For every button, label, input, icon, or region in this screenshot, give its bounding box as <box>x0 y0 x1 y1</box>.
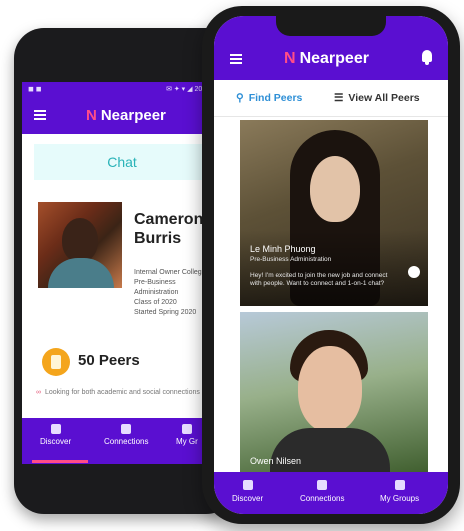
hamburger-icon[interactable] <box>230 54 242 64</box>
hamburger-icon[interactable] <box>34 110 46 120</box>
peer-major: Pre-Business Administration <box>250 256 332 263</box>
phone-notch <box>276 16 386 36</box>
discover-icon <box>50 424 61 434</box>
android-status-bar: ◼ ◼ ✉ ✦ ▾ ◢ 20:12 <box>22 82 218 98</box>
tab-my-groups[interactable]: My Gr <box>176 424 198 446</box>
iphone-tab-bar: Discover Connections My Groups <box>214 472 448 514</box>
peers-badge-icon <box>42 348 70 376</box>
android-tab-bar: Discover Connections My Gr <box>22 418 218 464</box>
peer-name: Le Minh Phuong <box>250 244 316 254</box>
peer-card[interactable]: Owen Nilsen <box>240 312 428 474</box>
peer-bio: Hey! I'm excited to join the new job and… <box>250 272 388 287</box>
active-tab-indicator <box>32 460 88 463</box>
bell-icon[interactable] <box>422 50 432 65</box>
logo-mark-icon: N <box>284 50 296 67</box>
list-icon: ☰ <box>334 92 344 104</box>
profile-name: Cameron Burris <box>134 211 204 247</box>
tab-discover[interactable]: Discover <box>40 424 71 446</box>
people-icon <box>121 424 132 434</box>
status-left: ◼ ◼ <box>28 86 42 93</box>
android-app-bar: N Nearpeer <box>22 98 218 134</box>
tab-connections[interactable]: Connections <box>104 424 148 446</box>
profile-icon[interactable] <box>408 266 420 278</box>
profile-photo <box>38 202 122 288</box>
android-screen: ◼ ◼ ✉ ✦ ▾ ◢ 20:12 N Nearpeer Chat Cameron… <box>22 82 218 464</box>
people-icon <box>317 480 328 490</box>
search-icon: ⚲ <box>236 92 244 104</box>
looking-for: ∞ Looking for both academic and social co… <box>36 389 200 396</box>
discover-icon <box>242 480 253 490</box>
tab-find-peers[interactable]: ⚲ Find Peers <box>236 92 302 104</box>
bookmark-icon <box>394 480 405 490</box>
peers-count: 50 Peers <box>78 352 140 369</box>
bookmark-icon <box>181 424 192 434</box>
logo-mark-icon: N <box>86 107 97 124</box>
app-logo: N Nearpeer <box>284 50 369 67</box>
tab-connections[interactable]: Connections <box>300 480 344 503</box>
tab-discover[interactable]: Discover <box>232 480 263 503</box>
connection-icon: ∞ <box>36 389 41 396</box>
iphone-screen: N Nearpeer ⚲ Find Peers ☰ View All Peers Le… <box>214 16 448 514</box>
peer-name: Owen Nilsen <box>250 456 302 466</box>
tab-my-groups[interactable]: My Groups <box>380 480 419 503</box>
tab-view-all-peers[interactable]: ☰ View All Peers <box>334 92 420 104</box>
app-logo: N Nearpeer <box>86 107 166 124</box>
chat-button[interactable]: Chat <box>34 144 210 180</box>
peer-card[interactable]: Le Minh Phuong Pre-Business Administrati… <box>240 120 428 306</box>
